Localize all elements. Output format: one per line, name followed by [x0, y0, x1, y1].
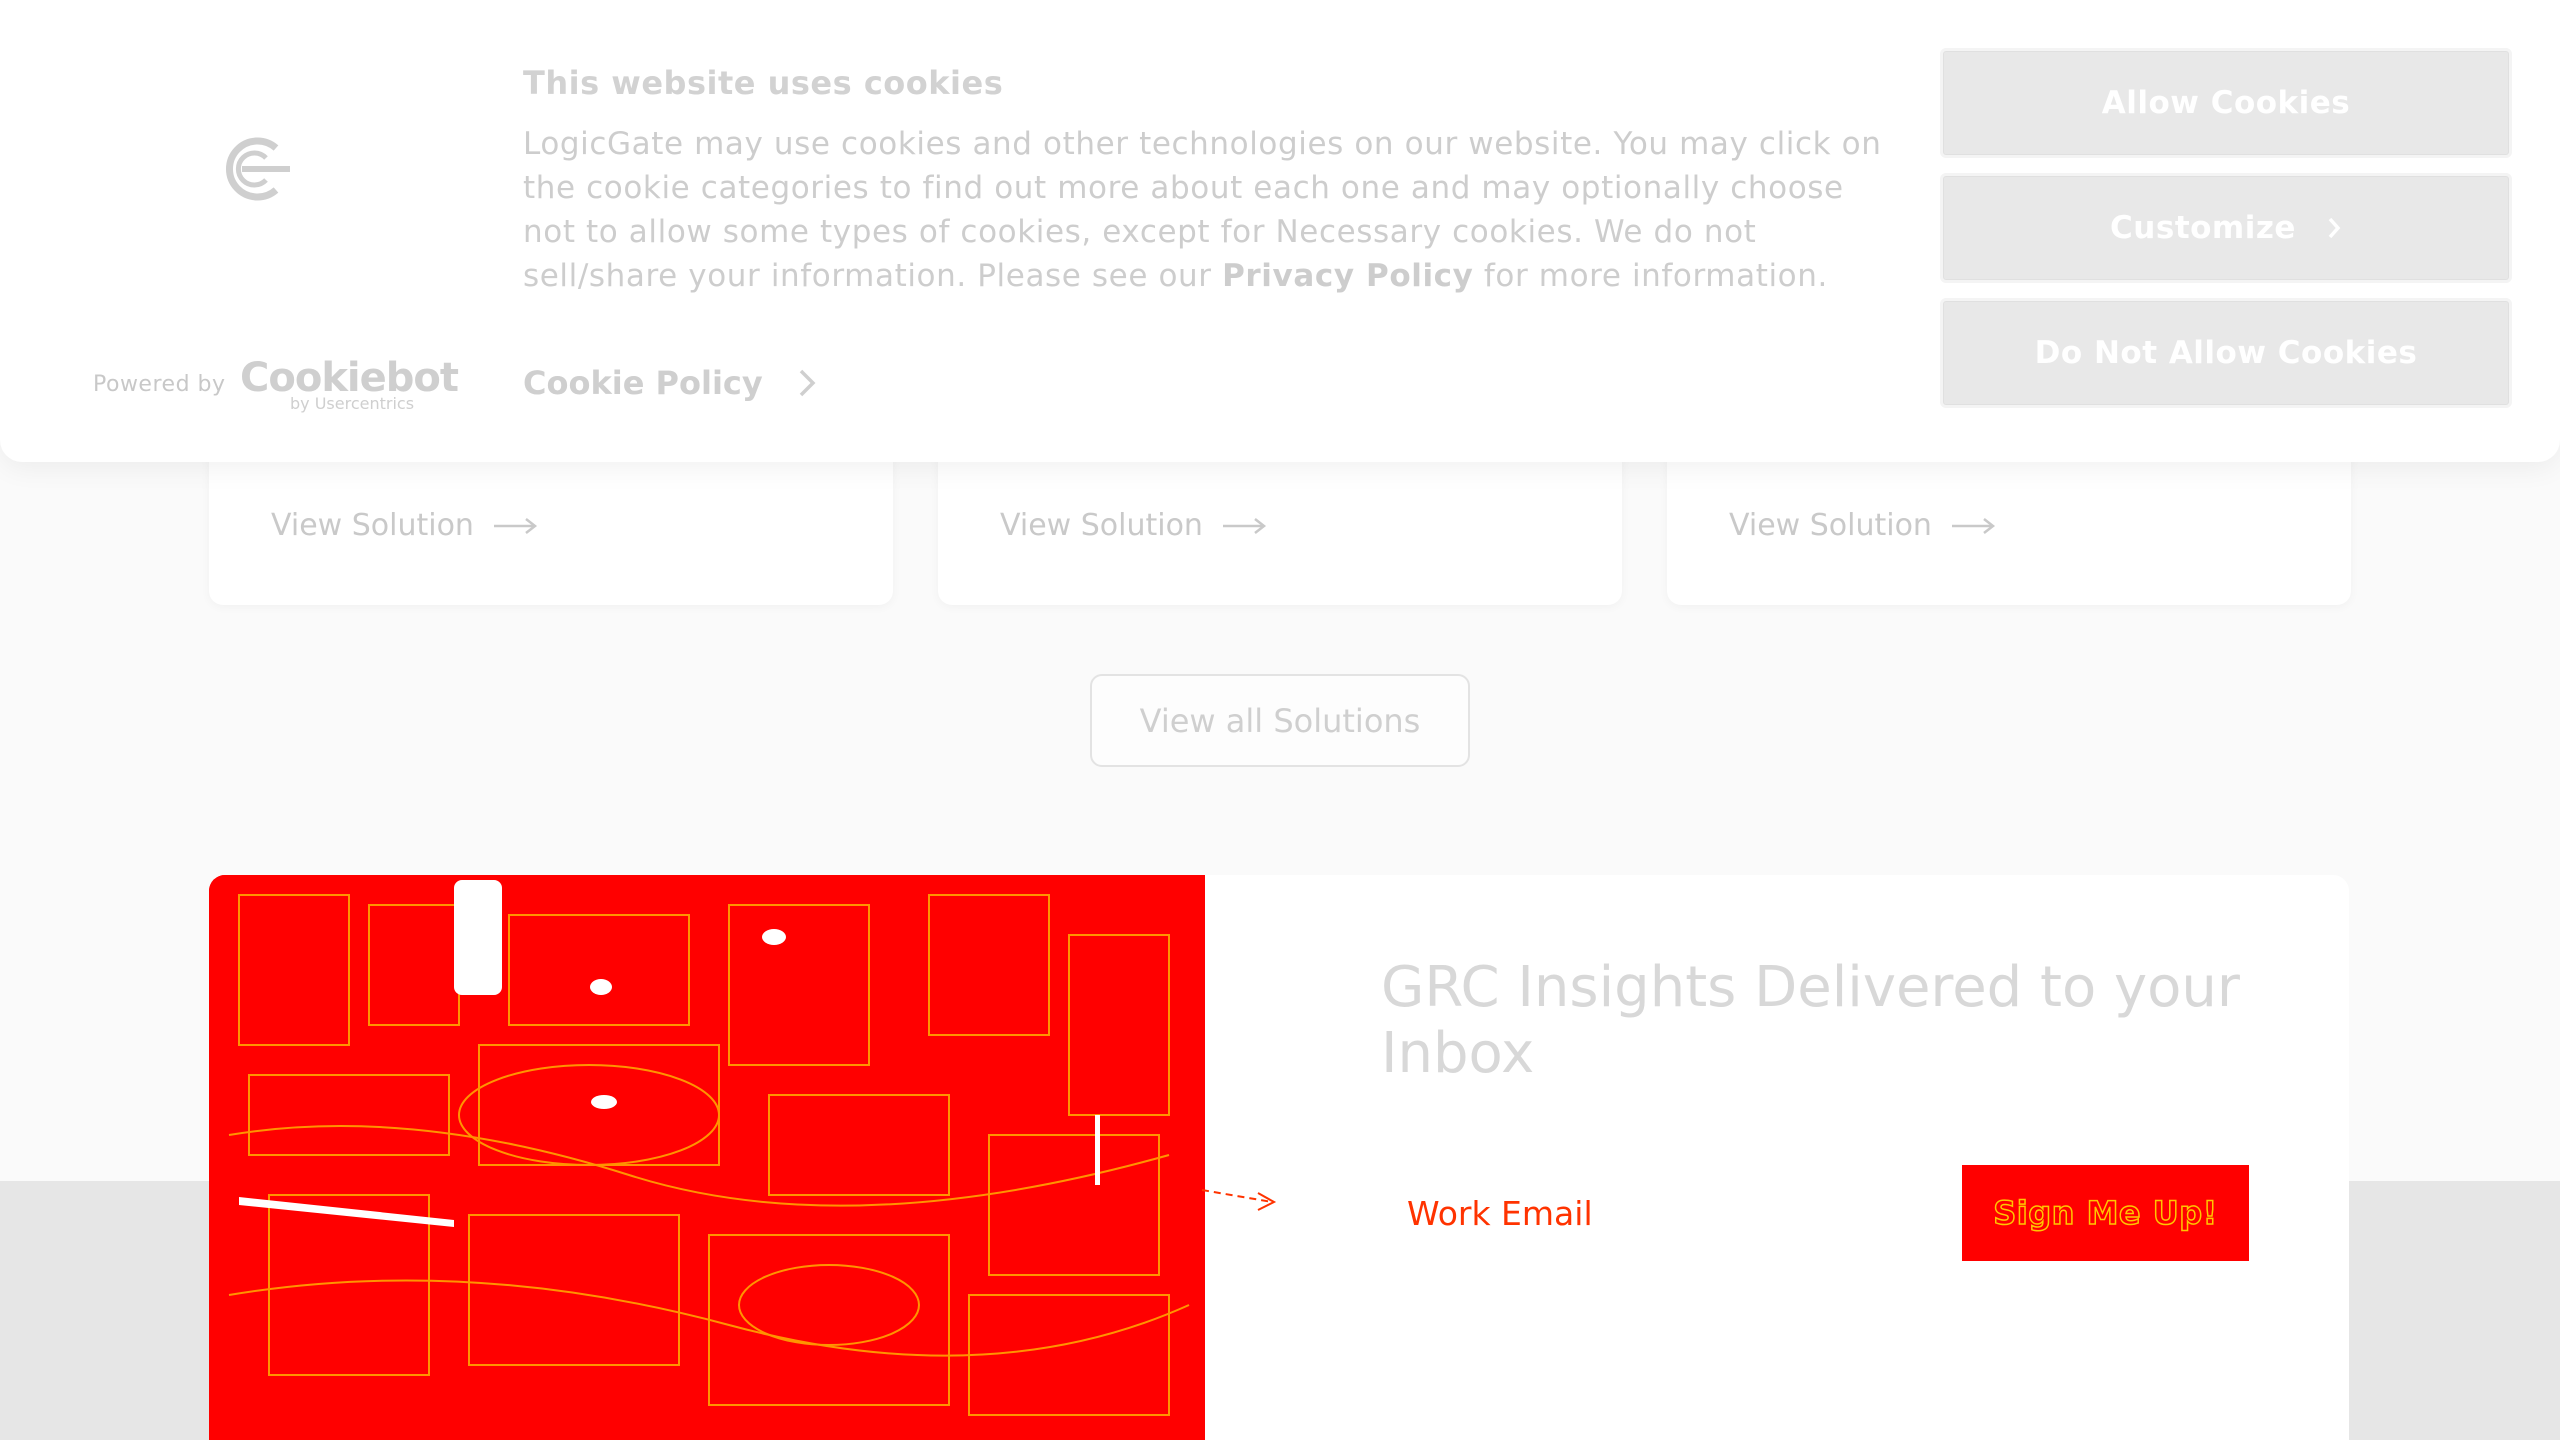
view-solution-label: View Solution [271, 508, 474, 543]
cookie-consent-banner: Powered by Cookiebot by Usercentrics Thi… [0, 0, 2560, 462]
customize-button[interactable]: Customize [1940, 173, 2512, 283]
customize-label: Customize [2110, 210, 2296, 246]
chevron-right-icon [799, 369, 816, 397]
view-solution-link[interactable]: View Solution [271, 508, 538, 543]
do-not-allow-cookies-label: Do Not Allow Cookies [2034, 335, 2418, 371]
cookiebot-logo: Cookiebot by Usercentrics [240, 356, 459, 413]
arrow-right-icon [493, 517, 537, 534]
cookie-banner-title: This website uses cookies [523, 64, 1004, 102]
sign-me-up-button[interactable]: Sign Me Up! [1962, 1165, 2249, 1261]
cookie-policy-label: Cookie Policy [523, 364, 763, 402]
newsletter-title: GRC Insights Delivered to your Inbox [1381, 955, 2240, 1086]
newsletter-section: GRC Insights Delivered to your Inbox Sig… [209, 875, 2349, 1440]
do-not-allow-cookies-button[interactable]: Do Not Allow Cookies [1940, 298, 2512, 408]
cookiebot-logo-subtext: by Usercentrics [290, 394, 415, 413]
powered-by-label: Powered by [93, 372, 226, 397]
view-solution-label: View Solution [1000, 508, 1203, 543]
privacy-policy-link[interactable]: Privacy Policy [1222, 258, 1473, 294]
dashed-arrow-icon [1201, 1189, 1277, 1211]
allow-cookies-button[interactable]: Allow Cookies [1940, 48, 2512, 158]
cookie-banner-body: LogicGate may use cookies and other tech… [523, 122, 1893, 298]
newsletter-image-art [209, 875, 1205, 1440]
work-email-input[interactable] [1381, 1165, 1921, 1261]
view-all-solutions-button[interactable]: View all Solutions [1090, 674, 1470, 767]
cookie-policy-link[interactable]: Cookie Policy [523, 364, 817, 402]
view-solution-label: View Solution [1729, 508, 1932, 543]
allow-cookies-label: Allow Cookies [2101, 85, 2351, 121]
view-solution-link[interactable]: View Solution [1729, 508, 1996, 543]
logicgate-logo-icon [225, 137, 290, 201]
arrow-right-icon [1951, 517, 1995, 534]
cookie-body-text-end: for more information. [1473, 258, 1828, 294]
arrow-right-icon [1222, 517, 1266, 534]
chevron-right-icon [2328, 217, 2341, 239]
view-solution-link[interactable]: View Solution [1000, 508, 1267, 543]
newsletter-image [209, 875, 1205, 1440]
